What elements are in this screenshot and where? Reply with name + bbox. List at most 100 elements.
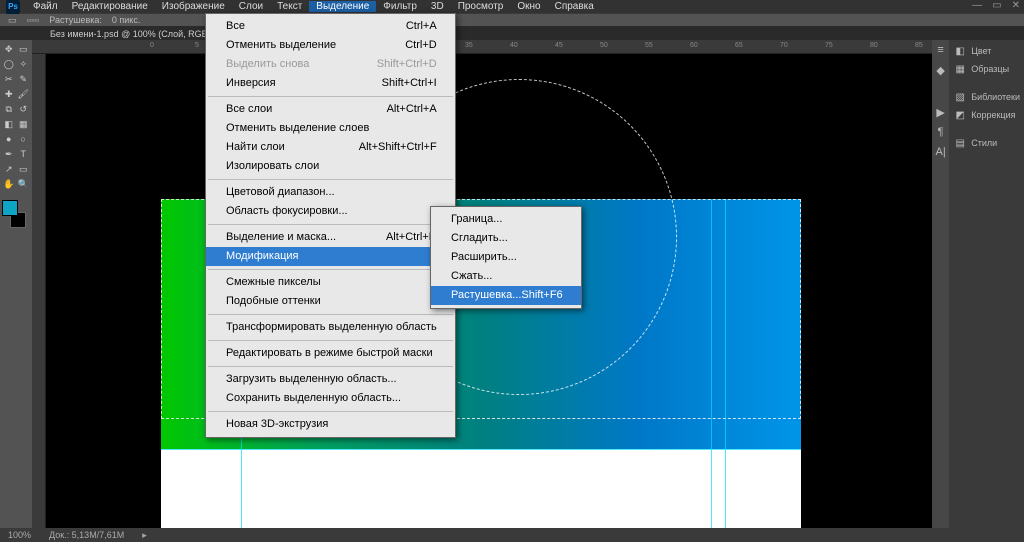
zoom-level[interactable]: 100% — [8, 530, 31, 540]
app-logo: Ps — [6, 0, 20, 14]
menu-item[interactable]: ВсеCtrl+A — [206, 17, 455, 36]
menu-item[interactable]: Сохранить выделенную область... — [206, 389, 455, 408]
history-icon[interactable]: ≡ — [933, 44, 949, 60]
menu-текст[interactable]: Текст — [270, 1, 309, 12]
crop-tool[interactable]: ✂ — [2, 72, 16, 86]
menubar: Ps ФайлРедактированиеИзображениеСлоиТекс… — [0, 0, 1024, 13]
right-panel-dock: ≡ ◆ ▶ ¶ A| ◧ Цвет ▦ Образцы ▧ Библиотеки ◩ Корр… — [932, 40, 1024, 528]
tools-panel: ✥▭ ◯✧ ✂✎ ✚🖌 ⧉↺ ◧▦ ●○ ✒T ↗▭ ✋🔍 — [0, 40, 32, 528]
menu-фильтр[interactable]: Фильтр — [376, 1, 424, 12]
dodge-tool[interactable]: ○ — [17, 132, 31, 146]
menu-выделение[interactable]: Выделение — [309, 1, 376, 12]
paragraph-icon[interactable]: ¶ — [933, 126, 949, 142]
menu-item[interactable]: Модификация▶ — [206, 247, 455, 266]
menu-item[interactable]: ИнверсияShift+Ctrl+I — [206, 74, 455, 93]
menu-item[interactable]: Новая 3D-экструзия — [206, 415, 455, 434]
type-tool[interactable]: T — [17, 147, 31, 161]
close-icon[interactable]: ✕ — [1012, 0, 1020, 11]
zoom-tool[interactable]: 🔍 — [17, 177, 31, 191]
status-arrow-icon[interactable]: ▸ — [142, 530, 147, 541]
menu-item[interactable]: Отменить выделениеCtrl+D — [206, 36, 455, 55]
panel-label: Стили — [971, 138, 997, 148]
submenu-item[interactable]: Сжать... — [431, 267, 581, 286]
pen-tool[interactable]: ✒ — [2, 147, 16, 161]
menu-справка[interactable]: Справка — [548, 1, 601, 12]
guide-horizontal[interactable] — [161, 449, 801, 450]
menu-item[interactable]: Загрузить выделенную область... — [206, 370, 455, 389]
menu-item[interactable]: Подобные оттенки — [206, 292, 455, 311]
options-bar: ▭ ▫▫▫▫ Растушевка: 0 пикс. — [0, 13, 1024, 27]
menu-item[interactable]: Найти слоиAlt+Shift+Ctrl+F — [206, 138, 455, 157]
submenu-item[interactable]: Расширить... — [431, 248, 581, 267]
menu-просмотр[interactable]: Просмотр — [451, 1, 511, 12]
stamp-tool[interactable]: ⧉ — [2, 102, 16, 116]
menu-item[interactable]: Цветовой диапазон... — [206, 183, 455, 202]
move-tool[interactable]: ✥ — [2, 42, 16, 56]
panel-label: Цвет — [971, 46, 991, 56]
menu-файл[interactable]: Файл — [26, 1, 65, 12]
panel-icon: ▤ — [953, 136, 967, 150]
menu-слои[interactable]: Слои — [232, 1, 270, 12]
menu-item[interactable]: Редактировать в режиме быстрой маски — [206, 344, 455, 363]
panel-icon: ◩ — [953, 108, 967, 122]
menu-редактирование[interactable]: Редактирование — [65, 1, 155, 12]
menu-item[interactable]: Все слоиAlt+Ctrl+A — [206, 100, 455, 119]
submenu-item[interactable]: Сгладить... — [431, 229, 581, 248]
submenu-item[interactable]: Растушевка...Shift+F6 — [431, 286, 581, 305]
submenu-modification: Граница...Сгладить...Расширить...Сжать..… — [430, 206, 582, 309]
menu-item: Выделить сноваShift+Ctrl+D — [206, 55, 455, 74]
eraser-tool[interactable]: ◧ — [2, 117, 16, 131]
panel-label: Библиотеки — [971, 92, 1020, 102]
window-controls: — ▭ ✕ — [972, 0, 1020, 11]
panel-tab-библиотеки[interactable]: ▧ Библиотеки — [949, 88, 1024, 106]
shape-tool[interactable]: ▭ — [17, 162, 31, 176]
panel-icon: ▦ — [953, 62, 967, 76]
foreground-color[interactable] — [2, 200, 18, 216]
menu-item[interactable]: Отменить выделение слоев — [206, 119, 455, 138]
feather-label: Растушевка: — [49, 15, 102, 25]
menu-item[interactable]: Трансформировать выделенную область — [206, 318, 455, 337]
character-icon[interactable]: A| — [933, 146, 949, 162]
lasso-tool[interactable]: ◯ — [2, 57, 16, 71]
marquee-tool[interactable]: ▭ — [17, 42, 31, 56]
minimize-icon[interactable]: — — [972, 0, 982, 11]
ruler-horizontal: 051015202530354045505560657075808590 — [32, 40, 932, 54]
maximize-icon[interactable]: ▭ — [992, 0, 1001, 11]
menu-selection: ВсеCtrl+AОтменить выделениеCtrl+DВыделит… — [205, 13, 456, 438]
doc-size: Док.: 5,13M/7,61M — [49, 530, 124, 540]
hand-tool[interactable]: ✋ — [2, 177, 16, 191]
panel-tab-стили[interactable]: ▤ Стили — [949, 134, 1024, 152]
healing-tool[interactable]: ✚ — [2, 87, 16, 101]
menu-item[interactable]: Изолировать слои — [206, 157, 455, 176]
play-icon[interactable]: ▶ — [933, 106, 949, 122]
feather-value[interactable]: 0 пикс. — [112, 15, 140, 25]
menu-item[interactable]: Область фокусировки... — [206, 202, 455, 221]
blur-tool[interactable]: ● — [2, 132, 16, 146]
submenu-item[interactable]: Граница... — [431, 210, 581, 229]
status-bar: 100% Док.: 5,13M/7,61M ▸ — [0, 528, 1024, 542]
ruler-vertical — [32, 54, 46, 528]
panel-tab-цвет[interactable]: ◧ Цвет — [949, 42, 1024, 60]
panel-label: Образцы — [971, 64, 1009, 74]
panel-tab-коррекция[interactable]: ◩ Коррекция — [949, 106, 1024, 124]
gradient-tool[interactable]: ▦ — [17, 117, 31, 131]
path-tool[interactable]: ↗ — [2, 162, 16, 176]
selection-mode-icons[interactable]: ▫▫▫▫ — [27, 15, 40, 25]
menu-3d[interactable]: 3D — [424, 1, 451, 12]
menu-окно[interactable]: Окно — [510, 1, 547, 12]
brush-tool[interactable]: 🖌 — [17, 87, 31, 101]
panel-label: Коррекция — [971, 110, 1015, 120]
eyedropper-tool[interactable]: ✎ — [17, 72, 31, 86]
menu-item[interactable]: Смежные пикселы — [206, 273, 455, 292]
history-brush-tool[interactable]: ↺ — [17, 102, 31, 116]
color-swatches[interactable] — [2, 200, 30, 228]
magic-wand-tool[interactable]: ✧ — [17, 57, 31, 71]
menu-item[interactable]: Выделение и маска...Alt+Ctrl+R — [206, 228, 455, 247]
panel-icon: ◧ — [953, 44, 967, 58]
panel-icon: ▧ — [953, 90, 967, 104]
properties-icon[interactable]: ◆ — [933, 64, 949, 80]
document-tab-bar: Без имени-1.psd @ 100% (Слой, RGB/8#) — [0, 27, 1024, 40]
menu-изображение[interactable]: Изображение — [155, 1, 232, 12]
marquee-tool-icon[interactable]: ▭ — [8, 15, 17, 26]
panel-tab-образцы[interactable]: ▦ Образцы — [949, 60, 1024, 78]
